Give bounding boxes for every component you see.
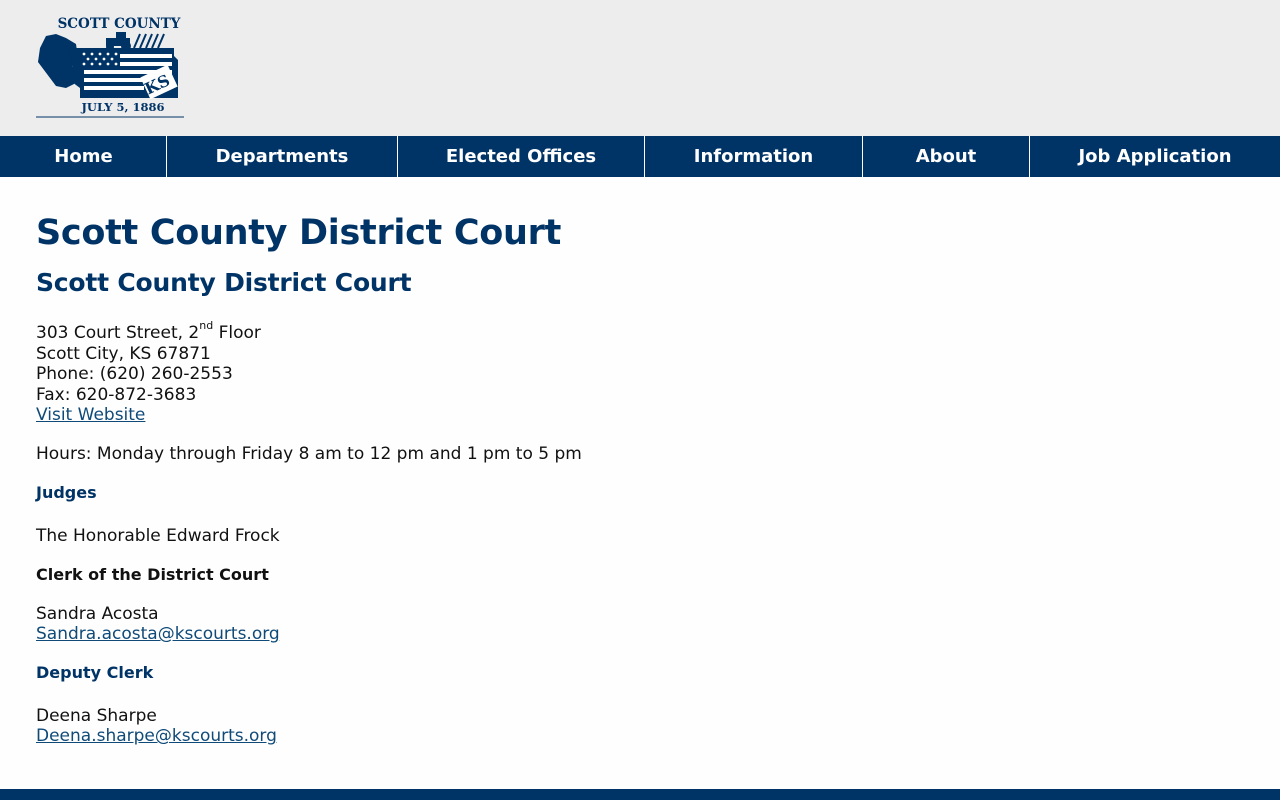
street-ordinal: nd — [199, 319, 214, 333]
phone-number: Phone: (620) 260-2553 — [36, 364, 233, 385]
city-state-zip: Scott City, KS 67871 — [36, 343, 211, 364]
street-floor: Floor — [213, 323, 261, 343]
nav-item-job-application[interactable]: Job Application — [1029, 136, 1280, 177]
deputy-clerk-email-link[interactable]: Deena.sharpe@kscourts.org — [36, 726, 277, 746]
office-hours: Hours: Monday through Friday 8 am to 12 … — [36, 443, 582, 464]
deputy-clerk-name: Deena Sharpe — [36, 705, 157, 726]
fax-number: Fax: 620-872-3683 — [36, 384, 197, 405]
scott-county-logo[interactable]: SCOTT COUNTY KS JULY 5, 1886 — [36, 14, 186, 118]
main-nav: Home Departments Elected Offices Informa… — [0, 136, 1280, 177]
footer-bar — [0, 789, 1280, 800]
logo-title: SCOTT COUNTY — [58, 16, 181, 32]
clerk-email-link[interactable]: Sandra.acosta@kscourts.org — [36, 624, 280, 644]
address-block: 303 Court Street, 2nd Floor Scott City, … — [36, 320, 1236, 426]
nav-item-home[interactable]: Home — [0, 136, 166, 177]
nav-item-information[interactable]: Information — [644, 136, 862, 177]
wheat-icon — [133, 33, 165, 49]
main-content: Scott County District Court Scott County… — [36, 177, 1236, 747]
logo-date: JULY 5, 1886 — [80, 100, 164, 114]
street-text: 303 Court Street, 2 — [36, 323, 200, 343]
nav-item-about[interactable]: About — [862, 136, 1029, 177]
visit-website-link[interactable]: Visit Website — [36, 405, 145, 425]
site-header: SCOTT COUNTY KS JULY 5, 1886 — [0, 0, 1280, 136]
deputy-clerk-heading: Deputy Clerk — [36, 662, 154, 682]
judge-name: The Honorable Edward Frock — [36, 525, 280, 546]
clerk-name: Sandra Acosta — [36, 603, 159, 624]
judges-heading: Judges — [36, 482, 97, 502]
street-address: 303 Court Street, 2nd Floor — [36, 320, 1236, 344]
nav-item-elected-offices[interactable]: Elected Offices — [397, 136, 644, 177]
page-title: Scott County District Court — [36, 213, 562, 253]
page-subtitle: Scott County District Court — [36, 268, 412, 297]
clerk-heading: Clerk of the District Court — [36, 564, 269, 584]
nav-item-departments[interactable]: Departments — [166, 136, 397, 177]
